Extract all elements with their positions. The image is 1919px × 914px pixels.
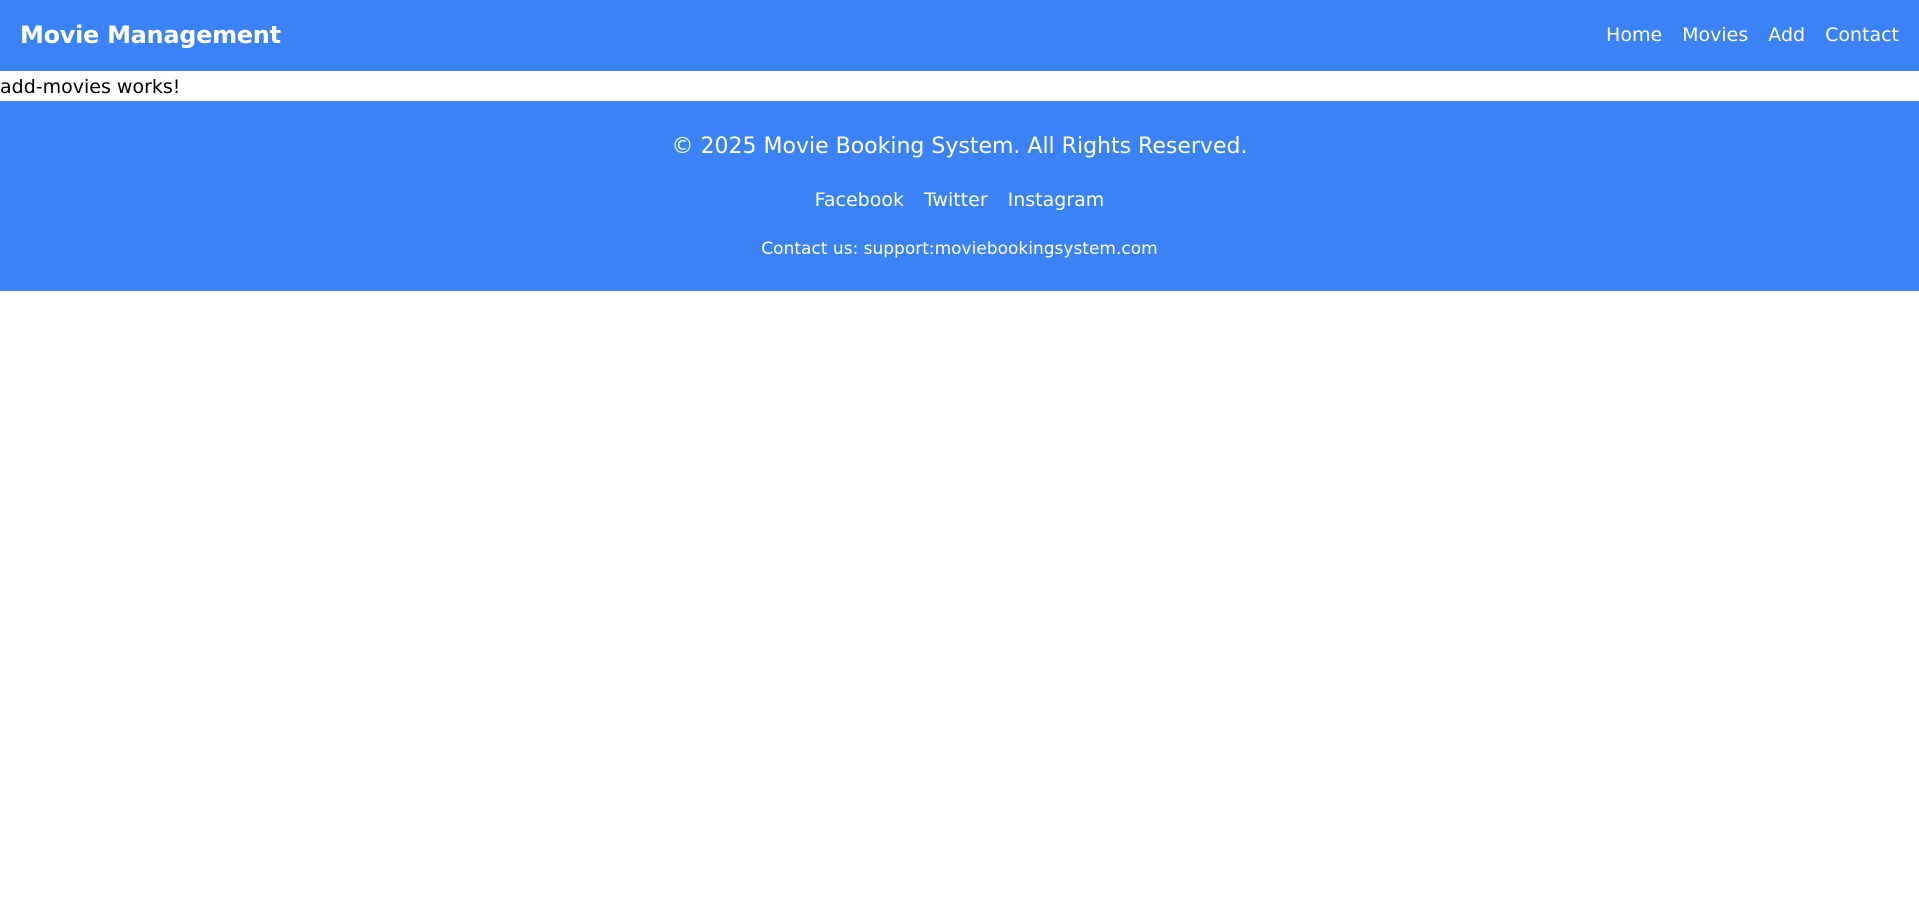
brand-title[interactable]: Movie Management [20,21,281,49]
footer: © 2025 Movie Booking System. All Rights … [0,101,1919,291]
nav-link-add[interactable]: Add [1768,22,1805,48]
nav-link-home[interactable]: Home [1606,22,1662,48]
nav-link-contact[interactable]: Contact [1825,22,1899,48]
social-link-twitter[interactable]: Twitter [924,187,988,213]
nav-link-movies[interactable]: Movies [1682,22,1748,48]
copyright-text: © 2025 Movie Booking System. All Rights … [671,134,1248,159]
contact-info: Contact us: support:moviebookingsystem.c… [761,239,1158,259]
navbar: Movie Management Home Movies Add Contact [0,0,1919,71]
nav-links: Home Movies Add Contact [1606,22,1899,48]
social-links: Facebook Twitter Instagram [0,187,1919,213]
social-link-facebook[interactable]: Facebook [815,187,904,213]
page-content-text: add-movies works! [0,76,181,98]
social-link-instagram[interactable]: Instagram [1008,187,1105,213]
